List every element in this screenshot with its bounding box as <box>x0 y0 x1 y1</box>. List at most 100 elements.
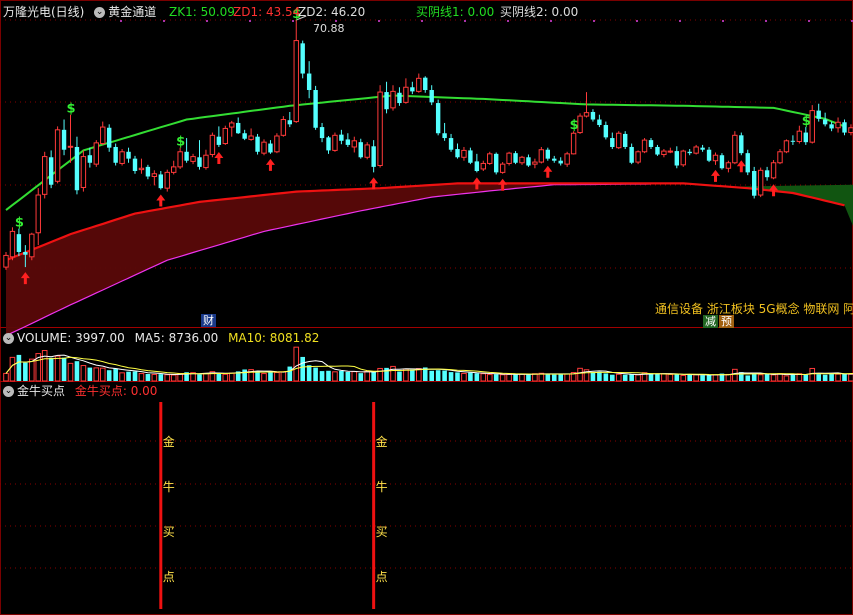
candle-body <box>680 150 686 166</box>
signal-bar-char: 金 <box>163 434 175 449</box>
candle-body <box>848 127 853 134</box>
candle-body <box>23 251 28 255</box>
candle-body <box>119 151 125 164</box>
volume-bar <box>80 365 87 382</box>
candle-body <box>835 121 841 129</box>
volume-bar <box>255 371 260 381</box>
forecast-badge[interactable]: 预 <box>719 315 734 328</box>
volume-bar <box>848 373 853 382</box>
candle-body <box>132 158 138 171</box>
candle-body <box>158 174 163 189</box>
candle-body <box>610 138 615 147</box>
candle-body <box>3 254 9 268</box>
candle-body <box>442 133 447 139</box>
candle-body <box>390 90 396 109</box>
candle-body <box>545 149 550 159</box>
legend-zk1: ZK1: 50.09 <box>169 5 235 19</box>
volume-bar <box>145 374 151 381</box>
candle-body <box>706 149 712 161</box>
volume-bar <box>597 371 602 381</box>
candle-body <box>80 156 87 188</box>
volume-bar <box>351 371 358 382</box>
volume-toggle-icon[interactable]: ⌄ <box>3 331 17 345</box>
marker-dot <box>550 20 552 22</box>
candle-body <box>739 135 744 154</box>
volume-bar <box>603 373 609 381</box>
main-header: 万隆光电(日线) ⌄ 黄金通道 <box>3 5 156 19</box>
candle-body <box>564 153 570 165</box>
indicator-toggle-icon[interactable]: ⌄ <box>94 5 108 19</box>
volume-bar <box>416 368 422 382</box>
candle-body <box>248 135 254 140</box>
candle-body <box>700 147 705 150</box>
candle-body <box>752 171 757 196</box>
volume-bar <box>629 374 634 381</box>
candle-body <box>197 157 202 167</box>
candle-body <box>429 90 434 103</box>
candle-body <box>538 149 545 163</box>
volume-bar <box>197 374 202 381</box>
marker-dot <box>593 20 595 22</box>
volume-ma5: MA5: 8736.00 <box>134 331 219 345</box>
volume-bar <box>293 346 300 382</box>
volume-bar <box>519 373 525 382</box>
channel-fill <box>6 183 651 336</box>
volume-header: ⌄ VOLUME: 3997.00 MA5: 8736.00 MA10: 8081… <box>3 331 319 345</box>
signal-toggle-icon[interactable]: ⌄ <box>3 384 17 398</box>
volume-bar <box>364 371 370 382</box>
candle-body <box>745 153 750 173</box>
candle-body <box>641 139 648 153</box>
stock-title: 万隆光电(日线) <box>3 5 85 19</box>
volume-bar <box>655 373 660 381</box>
candle-body <box>635 151 641 163</box>
candle-body <box>410 87 415 92</box>
candle-body <box>113 146 118 163</box>
marker-dot <box>808 20 810 22</box>
volume-bar <box>558 374 563 381</box>
volume-bar <box>332 371 338 382</box>
concept-tags[interactable]: 通信设备 浙江板块 5G概念 物联网 阿 <box>655 302 853 316</box>
candle-body <box>506 152 512 164</box>
candle-body <box>209 134 216 156</box>
signal-bar-char: 买 <box>163 525 175 539</box>
candle-body <box>526 157 531 166</box>
volume-bar <box>274 372 280 382</box>
volume-bar <box>242 369 247 381</box>
volume-label: VOLUME: 3997.00 <box>17 331 125 345</box>
candle-body <box>790 140 796 142</box>
volume-bar <box>480 373 487 382</box>
legend-zd1: ZD1: 43.54 <box>233 5 301 19</box>
volume-bar <box>93 367 100 382</box>
volume-bar <box>29 358 35 382</box>
candle-body <box>151 173 158 177</box>
candle-body <box>222 127 229 145</box>
signal-name[interactable]: 金牛买点 <box>17 384 65 398</box>
candle-body <box>842 122 847 133</box>
signal-bar-char: 牛 <box>163 479 175 494</box>
volume-bar <box>615 373 622 382</box>
volume-bar <box>429 370 434 381</box>
volume-bar <box>442 370 447 381</box>
reduce-badge[interactable]: 减 <box>703 315 718 328</box>
candle-body <box>306 73 312 91</box>
candle-body <box>35 194 41 234</box>
candle-body <box>190 156 196 162</box>
volume-bar <box>577 367 583 382</box>
volume-bar <box>803 374 809 381</box>
volume-bar <box>99 367 106 382</box>
volume-bar <box>842 373 847 381</box>
marker-dot <box>206 20 208 22</box>
candle-body <box>416 77 422 92</box>
volume-bar <box>371 371 376 381</box>
candle-body <box>494 153 499 173</box>
buy-arrow-icon <box>711 169 720 182</box>
volume-bar <box>545 373 551 381</box>
indicator-name[interactable]: 黄金通道 <box>108 5 156 19</box>
candle-body <box>816 110 821 119</box>
finance-badge[interactable]: 财 <box>201 314 216 327</box>
candle-body <box>590 111 596 120</box>
candle-body <box>229 122 235 128</box>
candle-body <box>138 167 145 171</box>
candle-body <box>48 157 54 185</box>
volume-bar <box>700 375 705 381</box>
